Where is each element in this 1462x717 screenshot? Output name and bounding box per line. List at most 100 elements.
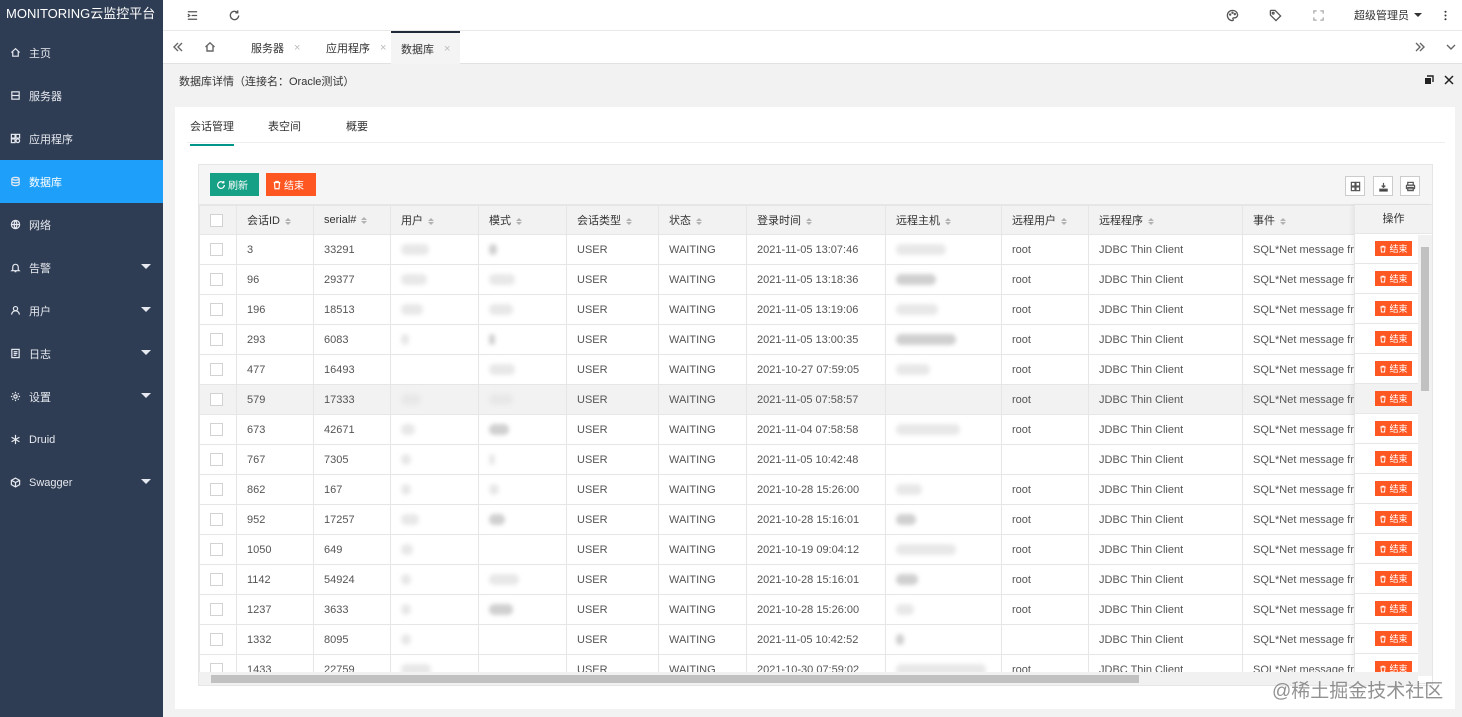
row-checkbox[interactable] (210, 393, 223, 406)
sort-icon[interactable] (1280, 217, 1286, 225)
refresh-icon[interactable] (225, 6, 243, 24)
column-header[interactable]: 会话类型 (566, 205, 659, 235)
vertical-scrollbar[interactable] (1418, 235, 1432, 676)
sort-icon[interactable] (1061, 217, 1067, 225)
sidebar-item-snowflake[interactable]: Druid (0, 418, 163, 461)
horizontal-scroll-thumb[interactable] (211, 675, 1139, 683)
row-checkbox[interactable] (210, 333, 223, 346)
sidebar-item-apps[interactable]: 应用程序 (0, 117, 163, 160)
row-checkbox[interactable] (210, 453, 223, 466)
kill-row-button[interactable]: 结束 (1375, 601, 1412, 616)
kill-session-button[interactable]: 结束 (266, 173, 316, 196)
sort-icon[interactable] (428, 217, 434, 225)
sidebar-item-home[interactable]: 主页 (0, 31, 163, 74)
table-row[interactable]: 3 33291 USER WAITING 2021-11-05 13:07:46 root… (199, 234, 1386, 265)
row-checkbox[interactable] (210, 243, 223, 256)
table-row[interactable]: 293 6083 USER WAITING 2021-11-05 13:00:35 roo… (199, 324, 1386, 355)
table-row[interactable]: 767 7305 USER WAITING 2021-11-05 10:42:48 JDB… (199, 444, 1386, 475)
row-checkbox[interactable] (210, 603, 223, 616)
sort-icon[interactable] (626, 217, 632, 225)
row-checkbox[interactable] (210, 423, 223, 436)
sidebar-item-server[interactable]: 服务器 (0, 74, 163, 117)
table-row[interactable]: 579 17333 USER WAITING 2021-11-05 07:58:57 ro… (199, 384, 1386, 415)
fullscreen-icon[interactable] (1309, 6, 1327, 24)
table-row[interactable]: 673 42671 USER WAITING 2021-11-04 07:58:58 ro… (199, 414, 1386, 445)
sidebar-item-database[interactable]: 数据库 (0, 160, 163, 203)
tab-dropdown-icon[interactable] (1443, 39, 1459, 55)
horizontal-scrollbar[interactable] (199, 672, 1418, 685)
table-row[interactable]: 1332 8095 USER WAITING 2021-11-05 10:42:52 JD… (199, 624, 1386, 655)
kill-row-button[interactable]: 结束 (1375, 241, 1412, 256)
print-icon[interactable] (1400, 176, 1420, 196)
kill-row-button[interactable]: 结束 (1375, 331, 1412, 346)
column-header[interactable]: 登录时间 (746, 205, 886, 235)
kill-row-button[interactable]: 结束 (1375, 391, 1412, 406)
row-checkbox[interactable] (210, 273, 223, 286)
row-checkbox[interactable] (210, 573, 223, 586)
sidebar-item-bell[interactable]: 告警 (0, 246, 163, 289)
column-header[interactable]: 模式 (478, 205, 567, 235)
app-logo-title[interactable]: MONITORING云监控平台 (0, 0, 163, 31)
column-header[interactable]: 会话ID (236, 205, 314, 235)
close-tab-icon[interactable]: × (294, 42, 300, 54)
sort-icon[interactable] (696, 217, 702, 225)
sidebar-item-gear[interactable]: 设置 (0, 375, 163, 418)
row-checkbox[interactable] (210, 483, 223, 496)
table-row[interactable]: 1142 54924 USER WAITING 2021-10-28 15:16:01 r… (199, 564, 1386, 595)
more-vertical-icon[interactable] (1436, 6, 1454, 24)
kill-row-button[interactable]: 结束 (1375, 631, 1412, 646)
maximize-icon[interactable] (1423, 74, 1435, 86)
sidebar-item-cube[interactable]: Swagger (0, 461, 163, 504)
kill-row-button[interactable]: 结束 (1375, 571, 1412, 586)
column-header[interactable]: 状态 (658, 205, 747, 235)
row-checkbox[interactable] (210, 363, 223, 376)
vertical-scroll-thumb[interactable] (1421, 247, 1429, 391)
page-tab-0[interactable]: 服务器 × (241, 31, 310, 64)
sort-icon[interactable] (806, 217, 812, 225)
user-menu[interactable]: 超级管理员 (1354, 7, 1422, 23)
close-icon[interactable] (1443, 74, 1455, 86)
kill-row-button[interactable]: 结束 (1375, 361, 1412, 376)
column-header[interactable]: 远程程序 (1088, 205, 1243, 235)
table-row[interactable]: 1050 649 USER WAITING 2021-10-19 09:04:12 roo… (199, 534, 1386, 565)
tag-icon[interactable] (1266, 6, 1284, 24)
refresh-button[interactable]: 刷新 (210, 173, 259, 196)
scroll-tabs-left-icon[interactable] (170, 39, 186, 55)
select-all-checkbox[interactable] (210, 213, 223, 227)
row-checkbox[interactable] (210, 633, 223, 646)
tab-tablespace[interactable]: 表空间 (268, 118, 301, 134)
row-checkbox[interactable] (210, 303, 223, 316)
table-row[interactable]: 952 17257 USER WAITING 2021-10-28 15:16:01 ro… (199, 504, 1386, 535)
table-row[interactable]: 1237 3633 USER WAITING 2021-10-28 15:26:00 ro… (199, 594, 1386, 625)
table-row[interactable]: 96 29377 USER WAITING 2021-11-05 13:18:36 roo… (199, 264, 1386, 295)
close-tab-icon[interactable]: × (380, 42, 386, 54)
column-header[interactable]: 事件 (1242, 205, 1365, 235)
column-header[interactable]: 用户 (390, 205, 479, 235)
sort-icon[interactable] (945, 217, 951, 225)
column-header[interactable]: 远程用户 (1001, 205, 1089, 235)
column-header[interactable]: 远程主机 (885, 205, 1002, 235)
table-row[interactable]: 477 16493 USER WAITING 2021-10-27 07:59:05 ro… (199, 354, 1386, 385)
table-row[interactable]: 196 18513 USER WAITING 2021-11-05 13:19:06 ro… (199, 294, 1386, 325)
menu-toggle-icon[interactable] (183, 6, 201, 24)
row-checkbox[interactable] (210, 513, 223, 526)
sidebar-item-log[interactable]: 日志 (0, 332, 163, 375)
sidebar-item-globe[interactable]: 网络 (0, 203, 163, 246)
table-row[interactable]: 862 167 USER WAITING 2021-10-28 15:26:00 root… (199, 474, 1386, 505)
tab-overview[interactable]: 概要 (346, 118, 368, 134)
column-header[interactable]: serial# (313, 205, 391, 235)
page-tab-1[interactable]: 应用程序 × (316, 31, 396, 64)
sort-icon[interactable] (285, 217, 291, 225)
kill-row-button[interactable]: 结束 (1375, 451, 1412, 466)
export-icon[interactable] (1373, 176, 1393, 196)
scroll-tabs-right-icon[interactable] (1412, 39, 1428, 55)
theme-icon[interactable] (1223, 6, 1241, 24)
kill-row-button[interactable]: 结束 (1375, 421, 1412, 436)
kill-row-button[interactable]: 结束 (1375, 511, 1412, 526)
kill-row-button[interactable]: 结束 (1375, 481, 1412, 496)
sort-icon[interactable] (361, 216, 368, 224)
kill-row-button[interactable]: 结束 (1375, 541, 1412, 556)
page-tab-2[interactable]: 数据库 × (391, 31, 461, 64)
kill-row-button[interactable]: 结束 (1375, 301, 1412, 316)
column-filter-icon[interactable] (1345, 176, 1365, 196)
